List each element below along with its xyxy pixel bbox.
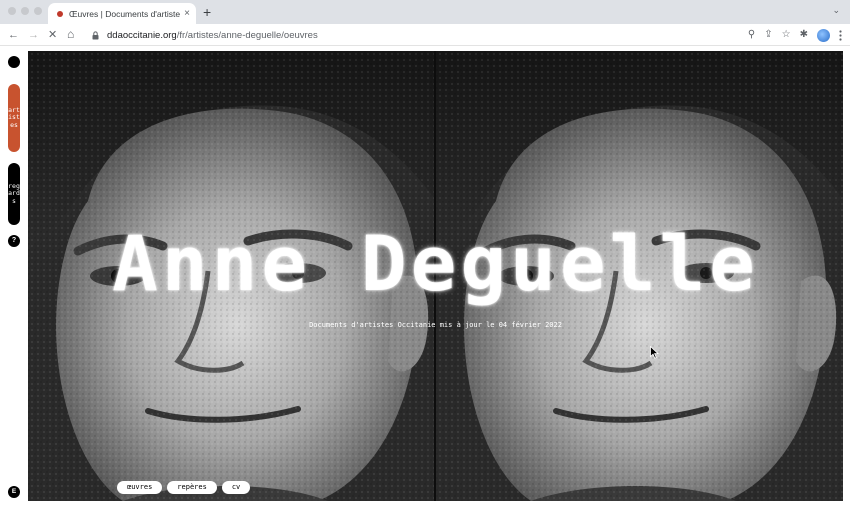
minimize-window-button[interactable]: [21, 7, 29, 15]
url-domain: ddaoccitanie.org: [107, 29, 177, 41]
tab-close-icon[interactable]: ×: [184, 8, 190, 19]
nav-regards-button[interactable]: regards: [8, 163, 20, 225]
nav-artistes-label: artistes: [8, 105, 20, 129]
address-bar[interactable]: ddaoccitanie.org/fr/artistes/anne-deguel…: [86, 26, 783, 44]
toolbar-actions: ⚲ ⇪ ☆ ✱: [748, 28, 842, 42]
stop-loading-button[interactable]: ✕: [48, 27, 57, 43]
browser-tab-bar: Œuvres | Documents d'artistes Occitanie …: [0, 0, 850, 24]
web-page: artistes regards ? E Anne Deguelle Docum…: [0, 47, 850, 506]
artist-name-title: Anne Deguelle: [112, 219, 759, 308]
tab-reperes[interactable]: repères: [167, 481, 217, 494]
menu-kebab-icon[interactable]: [839, 29, 842, 41]
browser-toolbar: ← → ✕ ⌂ ddaoccitanie.org/fr/artistes/ann…: [0, 24, 850, 46]
bookmark-star-icon[interactable]: ☆: [782, 28, 791, 42]
help-button[interactable]: ?: [8, 235, 20, 247]
maximize-window-button[interactable]: [34, 7, 42, 15]
update-caption: Documents d'artistes Occitanie mis à jou…: [309, 321, 562, 329]
hero-image: Anne Deguelle Documents d'artistes Occit…: [28, 51, 843, 501]
profile-avatar[interactable]: [817, 28, 830, 42]
forward-button[interactable]: →: [28, 27, 39, 43]
language-button[interactable]: E: [8, 486, 20, 498]
share-icon[interactable]: ⇪: [764, 28, 772, 42]
new-tab-button[interactable]: +: [203, 4, 211, 20]
tab-search-chevron-icon[interactable]: ⌄: [832, 5, 840, 16]
home-button[interactable]: ⌂: [67, 26, 74, 42]
left-navigation-rail: artistes regards ? E: [0, 47, 28, 506]
url-text: ddaoccitanie.org/fr/artistes/anne-deguel…: [107, 30, 318, 41]
lock-icon: [92, 30, 99, 39]
browser-tab[interactable]: Œuvres | Documents d'artistes Occitanie …: [48, 3, 196, 24]
section-tabs: œuvres repères cv: [117, 481, 251, 494]
nav-regards-label: regards: [8, 181, 20, 205]
favicon-icon: [57, 10, 63, 17]
zoom-icon[interactable]: ⚲: [748, 28, 755, 42]
close-window-button[interactable]: [8, 7, 16, 15]
url-path: /fr/artistes/anne-deguelle/oeuvres: [176, 29, 318, 41]
mouse-cursor-icon: [650, 346, 659, 359]
logo-dot-button[interactable]: [8, 56, 20, 68]
tab-cv[interactable]: cv: [221, 481, 251, 494]
tab-oeuvres[interactable]: œuvres: [117, 481, 163, 494]
back-button[interactable]: ←: [8, 27, 19, 43]
nav-artistes-button[interactable]: artistes: [8, 84, 20, 152]
tab-title: Œuvres | Documents d'artistes Occitanie: [69, 8, 181, 19]
extensions-puzzle-icon[interactable]: ✱: [800, 28, 808, 42]
